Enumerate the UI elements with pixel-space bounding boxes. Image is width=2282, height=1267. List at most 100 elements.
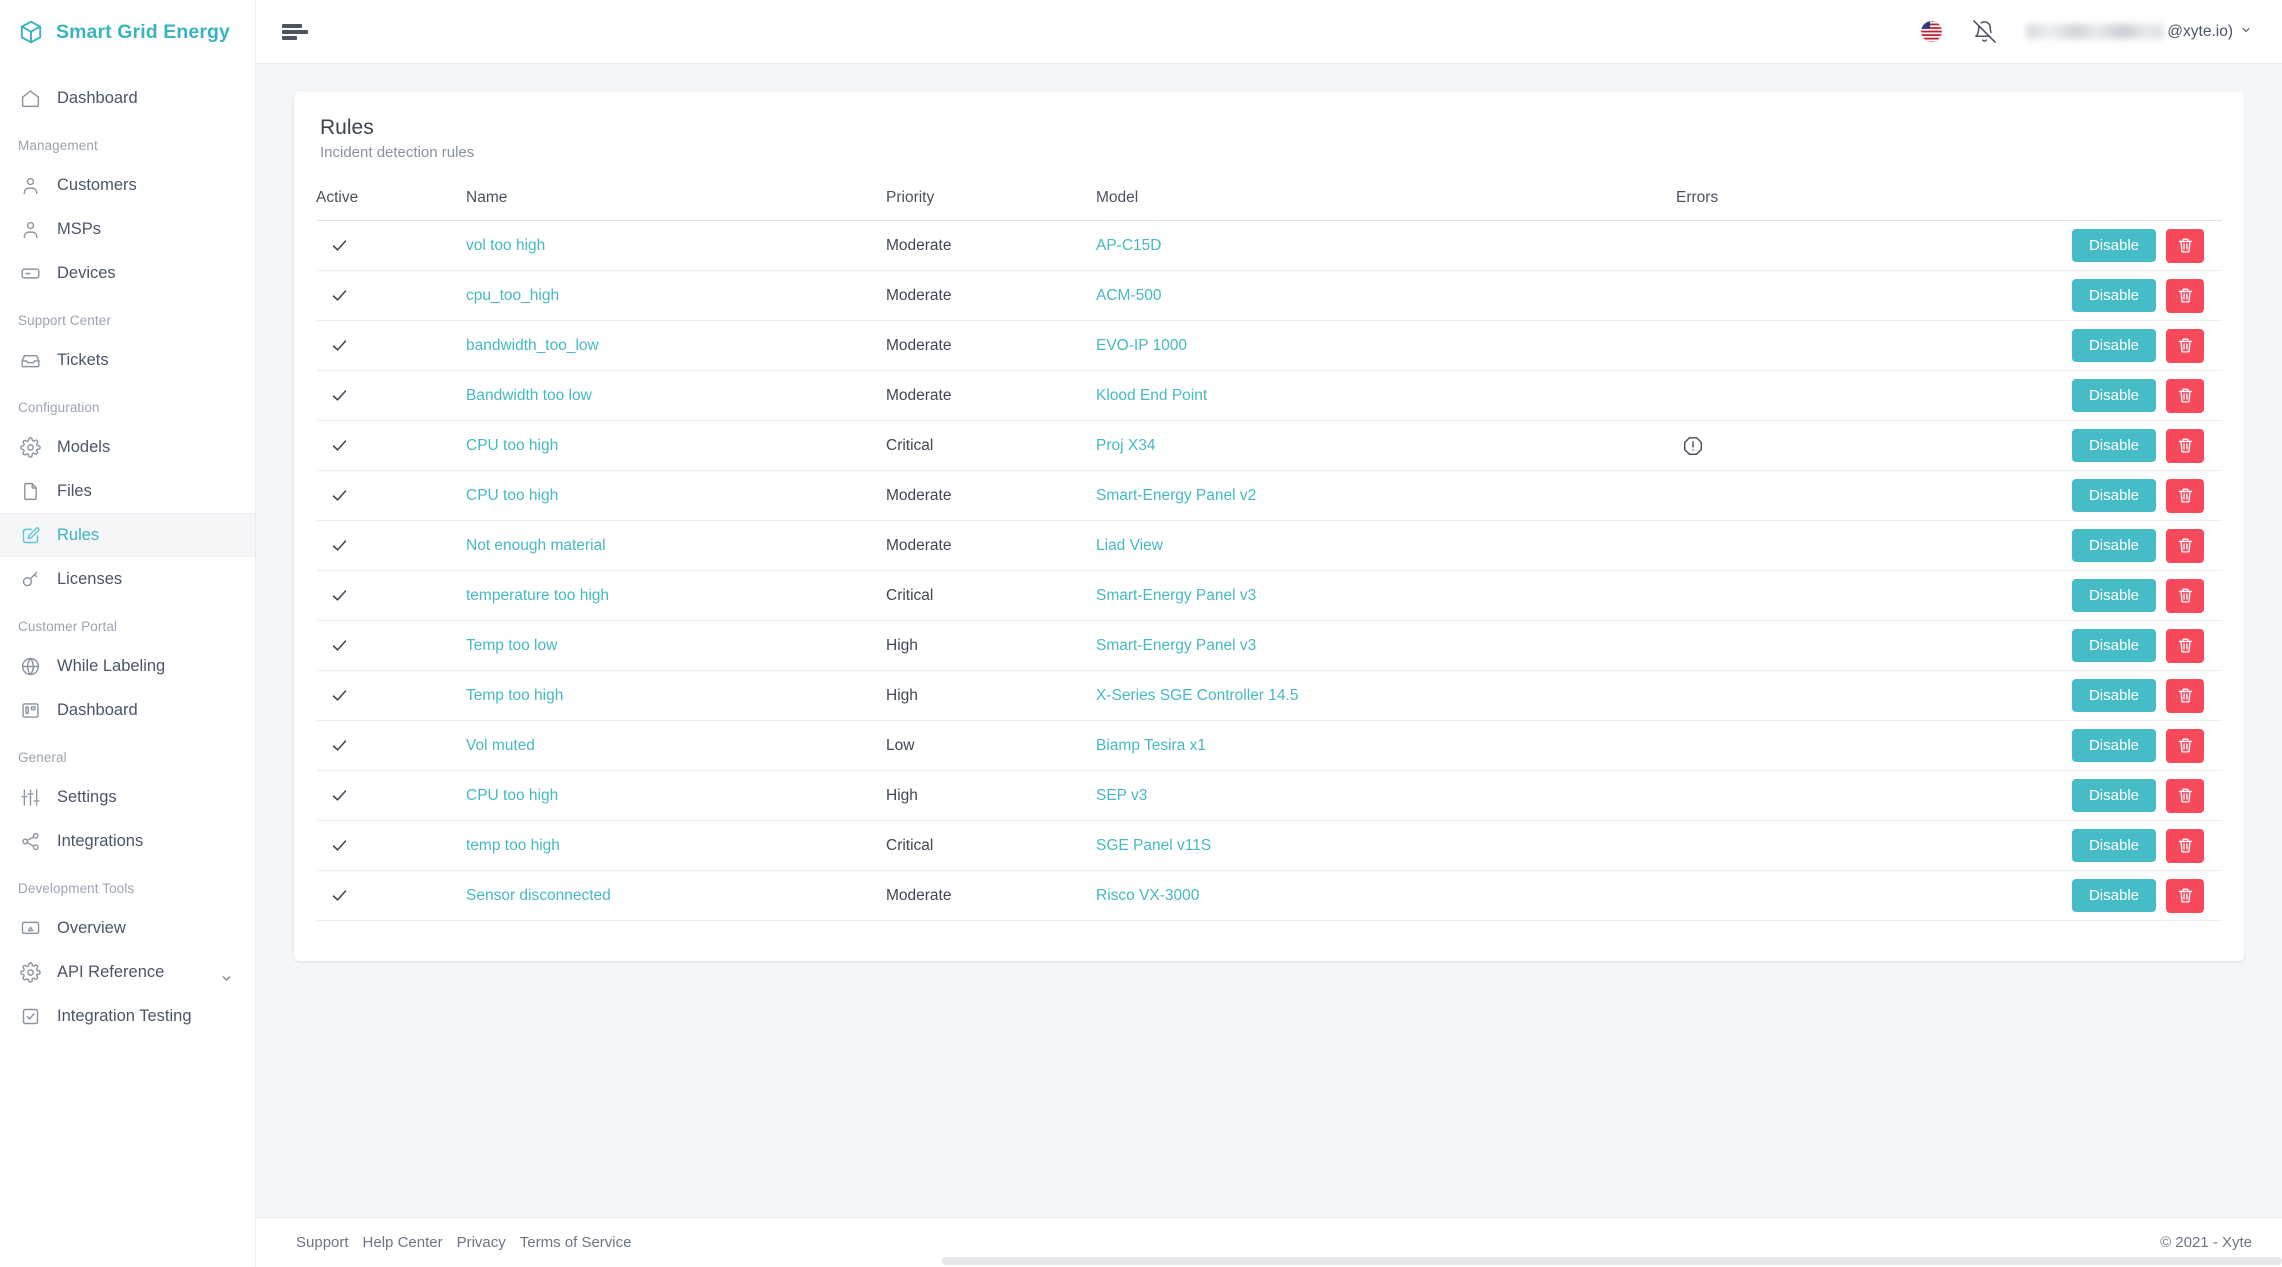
disable-button[interactable]: Disable — [2071, 779, 2156, 812]
rule-name-link[interactable]: Temp too low — [466, 637, 557, 654]
footer-link[interactable]: Terms of Service — [520, 1234, 632, 1251]
disable-button[interactable]: Disable — [2071, 529, 2156, 562]
check-icon — [330, 536, 466, 555]
cell-actions: Disable — [2016, 670, 2222, 721]
model-link[interactable]: Smart-Energy Panel v3 — [1096, 637, 1256, 654]
sidebar-item-integrations[interactable]: Integrations — [0, 819, 255, 863]
sidebar-item-label: Tickets — [57, 350, 109, 369]
delete-button[interactable] — [2166, 578, 2204, 613]
footer-link[interactable]: Privacy — [457, 1234, 506, 1251]
sidebar-item-dashboard[interactable]: Dashboard — [0, 688, 255, 732]
column-header-active: Active — [316, 189, 466, 221]
model-link[interactable]: Smart-Energy Panel v3 — [1096, 587, 1256, 604]
sidebar-item-integration-testing[interactable]: Integration Testing — [0, 994, 255, 1038]
model-link[interactable]: SGE Panel v11S — [1096, 837, 1211, 854]
rule-name-link[interactable]: Sensor disconnected — [466, 887, 611, 904]
rule-name-link[interactable]: CPU too high — [466, 787, 558, 804]
model-link[interactable]: Risco VX-3000 — [1096, 887, 1199, 904]
footer-link[interactable]: Support — [296, 1234, 349, 1251]
brand[interactable]: Smart Grid Energy — [0, 0, 255, 64]
rule-name-link[interactable]: bandwidth_too_low — [466, 337, 599, 354]
model-link[interactable]: Biamp Tesira x1 — [1096, 737, 1206, 754]
disable-button[interactable]: Disable — [2071, 329, 2156, 362]
table-row: cpu_too_high Moderate ACM-500 Disable — [316, 270, 2222, 321]
disable-button[interactable]: Disable — [2071, 429, 2156, 462]
delete-button[interactable] — [2166, 628, 2204, 663]
disable-button[interactable]: Disable — [2071, 379, 2156, 412]
disable-button[interactable]: Disable — [2071, 879, 2156, 912]
sidebar-item-tickets[interactable]: Tickets — [0, 338, 255, 382]
cell-priority: High — [886, 770, 1096, 821]
user-menu[interactable]: @xyte.io) — [2026, 23, 2252, 41]
delete-button[interactable] — [2166, 728, 2204, 763]
disable-button[interactable]: Disable — [2071, 479, 2156, 512]
sidebar-item-rules[interactable]: Rules — [0, 513, 255, 557]
disable-button[interactable]: Disable — [2071, 679, 2156, 712]
delete-button[interactable] — [2166, 378, 2204, 413]
sidebar-item-label: Integrations — [57, 831, 144, 850]
sidebar-item-files[interactable]: Files — [0, 469, 255, 513]
sidebar-item-models[interactable]: Models — [0, 425, 255, 469]
trash-icon — [2177, 287, 2194, 304]
sidebar-item-customers[interactable]: Customers — [0, 163, 255, 207]
disable-button[interactable]: Disable — [2071, 829, 2156, 862]
rule-name-link[interactable]: CPU too high — [466, 437, 558, 454]
sidebar-item-label: Licenses — [57, 569, 123, 588]
cell-actions: Disable — [2016, 420, 2222, 471]
cell-active — [316, 820, 466, 871]
rule-name-link[interactable]: Not enough material — [466, 537, 606, 554]
delete-button[interactable] — [2166, 228, 2204, 263]
model-link[interactable]: Liad View — [1096, 537, 1163, 554]
model-link[interactable]: AP-C15D — [1096, 237, 1161, 254]
rule-name-link[interactable]: Bandwidth too low — [466, 387, 592, 404]
rule-name-link[interactable]: cpu_too_high — [466, 287, 559, 304]
sidebar-item-api-reference[interactable]: API Reference — [0, 950, 255, 994]
sidebar-item-while-labeling[interactable]: While Labeling — [0, 644, 255, 688]
model-link[interactable]: Smart-Energy Panel v2 — [1096, 487, 1256, 504]
delete-button[interactable] — [2166, 528, 2204, 563]
delete-button[interactable] — [2166, 478, 2204, 513]
delete-button[interactable] — [2166, 428, 2204, 463]
sidebar-item-msps[interactable]: MSPs — [0, 207, 255, 251]
sidebar-item-devices[interactable]: Devices — [0, 251, 255, 295]
disable-button[interactable]: Disable — [2071, 629, 2156, 662]
disable-button[interactable]: Disable — [2071, 579, 2156, 612]
rule-name-link[interactable]: temp too high — [466, 837, 560, 854]
rule-name-link[interactable]: temperature too high — [466, 587, 609, 604]
model-link[interactable]: EVO-IP 1000 — [1096, 337, 1187, 354]
delete-button[interactable] — [2166, 278, 2204, 313]
disable-button[interactable]: Disable — [2071, 279, 2156, 312]
delete-button[interactable] — [2166, 828, 2204, 863]
disable-button[interactable]: Disable — [2071, 729, 2156, 762]
model-link[interactable]: SEP v3 — [1096, 787, 1147, 804]
sidebar-item-label: Overview — [57, 918, 126, 937]
delete-button[interactable] — [2166, 778, 2204, 813]
footer-link[interactable]: Help Center — [363, 1234, 443, 1251]
model-link[interactable]: X-Series SGE Controller 14.5 — [1096, 687, 1298, 704]
hamburger-icon[interactable] — [282, 22, 308, 42]
copyright: © 2021 - Xyte — [2160, 1234, 2252, 1251]
globe-icon — [20, 656, 41, 677]
rule-name-link[interactable]: Temp too high — [466, 687, 563, 704]
rule-name-link[interactable]: CPU too high — [466, 487, 558, 504]
rule-name-link[interactable]: Vol muted — [466, 737, 535, 754]
delete-button[interactable] — [2166, 678, 2204, 713]
sidebar-item-overview[interactable]: Overview — [0, 906, 255, 950]
model-link[interactable]: Klood End Point — [1096, 387, 1207, 404]
sidebar-item-licenses[interactable]: Licenses — [0, 557, 255, 601]
model-link[interactable]: Proj X34 — [1096, 437, 1155, 454]
table-row: Vol muted Low Biamp Tesira x1 Disable — [316, 720, 2222, 771]
us-flag-icon[interactable] — [1920, 20, 1943, 43]
check-icon — [330, 236, 466, 255]
bell-off-icon[interactable] — [1973, 20, 1997, 43]
alert-octagon-icon[interactable] — [1676, 435, 2016, 457]
delete-button[interactable] — [2166, 878, 2204, 913]
model-link[interactable]: ACM-500 — [1096, 287, 1161, 304]
table-body: vol too high Moderate AP-C15D Disable cpu_to… — [316, 220, 2222, 921]
share-icon — [20, 831, 41, 852]
disable-button[interactable]: Disable — [2071, 229, 2156, 262]
rule-name-link[interactable]: vol too high — [466, 237, 545, 254]
sidebar-item-settings[interactable]: Settings — [0, 775, 255, 819]
delete-button[interactable] — [2166, 328, 2204, 363]
sidebar-item-dashboard[interactable]: Dashboard — [0, 76, 255, 120]
